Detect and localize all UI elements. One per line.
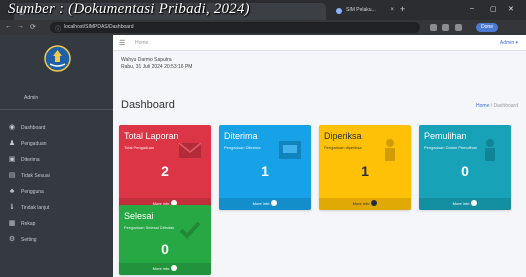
- sidebar-item-label: Rekap: [21, 221, 36, 227]
- close-tab-icon[interactable]: ×: [390, 7, 394, 13]
- sidebar-item-rekap[interactable]: ▦ Rekap: [0, 217, 113, 232]
- url-text: localhost/SIMPDAS/Dashboard: [64, 24, 134, 30]
- welcome-datetime: Rabu, 31 Juli 2024 20:53:16 PM: [121, 64, 193, 70]
- gear-icon: ⚙: [8, 236, 16, 243]
- sidebar-item-dashboard[interactable]: ◉ Dashboard: [0, 121, 113, 136]
- sidebar-item-label: Diterima: [21, 157, 40, 163]
- stat-card-total-laporan: Total Laporan Total Pengaduan 2 More inf…: [119, 125, 211, 210]
- info-icon: ℹ: [10, 204, 14, 211]
- maximize-icon[interactable]: ▢: [490, 5, 497, 13]
- check-icon: [179, 221, 201, 239]
- person-icon: [485, 139, 495, 161]
- nav-home-link[interactable]: Home: [135, 40, 148, 46]
- sidebar-item-pengguna[interactable]: ♣ Pengguna: [0, 185, 113, 200]
- url-input[interactable]: ⓘ localhost/SIMPDAS/Dashboard: [50, 22, 420, 33]
- welcome-name: Wahyu Darmo Saputra: [121, 57, 172, 63]
- more-info-label: More info: [152, 266, 170, 271]
- minimize-icon[interactable]: –: [470, 5, 474, 12]
- card-subtitle: Pengaduan diperiksa: [324, 145, 362, 150]
- users-icon: ♣: [9, 188, 15, 195]
- sidebar: Admin ◉ Dashboard ♟ Pengaduan ▣ Diterima…: [0, 35, 113, 277]
- card-count: 0: [461, 163, 469, 179]
- institution-logo: [44, 45, 71, 72]
- book-icon: ▦: [8, 220, 16, 227]
- more-info-label: More info: [452, 201, 470, 206]
- list-icon: ▤: [8, 172, 16, 179]
- breadcrumb-home[interactable]: Home: [476, 103, 489, 109]
- browser-tab-second[interactable]: SIM Pelaku... ×: [330, 5, 396, 18]
- address-bar: ← → ⟳ ⓘ localhost/SIMPDAS/Dashboard Done: [0, 20, 526, 35]
- inbox-icon: ▣: [8, 156, 16, 163]
- forward-icon[interactable]: →: [17, 23, 24, 30]
- favicon-icon: [336, 8, 342, 14]
- envelope-icon: [178, 142, 202, 158]
- stat-card-selesai: Selesai Pengaduan Selesai Ditindak 0 Mor…: [119, 205, 211, 275]
- arrow-circle-right-icon: [171, 265, 178, 271]
- close-window-icon[interactable]: ✕: [508, 5, 514, 13]
- breadcrumb-current: Dashboard: [493, 103, 518, 109]
- menu-toggle-icon[interactable]: ☰: [119, 39, 125, 47]
- bookmark-icon[interactable]: [442, 24, 449, 31]
- sidebar-item-pengaduan[interactable]: ♟ Pengaduan: [0, 137, 113, 152]
- sidebar-brand: Admin: [24, 95, 39, 101]
- user-icon: ♟: [8, 140, 16, 147]
- card-count: 2: [161, 163, 169, 179]
- sidebar-item-label: Pengguna: [21, 189, 44, 195]
- card-count: 1: [361, 163, 369, 179]
- card-title: Total Laporan: [124, 131, 179, 141]
- card-title: Diterima: [224, 131, 258, 141]
- sidebar-item-setting[interactable]: ⚙ Setting: [0, 233, 113, 248]
- page-title: Dashboard: [121, 99, 175, 111]
- welcome-info: Wahyu Darmo Saputra Rabu, 31 Juli 2024 2…: [121, 57, 192, 71]
- sidebar-item-tindak-lanjut[interactable]: ℹ Tindak lanjut: [0, 201, 113, 216]
- tab-title: SIM Pelaku...: [346, 7, 376, 13]
- download-icon[interactable]: [455, 24, 462, 31]
- more-info-link[interactable]: More info: [319, 198, 411, 210]
- back-icon[interactable]: ←: [5, 23, 12, 30]
- arrow-circle-right-icon: [471, 200, 478, 206]
- card-title: Selesai: [124, 211, 154, 221]
- profile-button[interactable]: Done: [476, 23, 498, 32]
- more-info-link[interactable]: More info: [419, 198, 511, 210]
- info-icon[interactable]: ⓘ: [55, 24, 61, 33]
- breadcrumb: Home / Dashboard: [476, 103, 518, 109]
- card-count: 1: [261, 163, 269, 179]
- card-title: Pemulihan: [424, 131, 467, 141]
- reload-icon[interactable]: ⟳: [30, 23, 36, 31]
- top-navbar: ☰ Home Admin ▾: [113, 35, 526, 51]
- sidebar-item-label: Dashboard: [21, 125, 46, 131]
- card-subtitle: Pengaduan Dalam Pemulihan: [424, 145, 478, 150]
- stat-card-pemulihan: Pemulihan Pengaduan Dalam Pemulihan 0 Mo…: [419, 125, 511, 210]
- arrow-circle-right-icon: [271, 200, 278, 206]
- sidebar-divider: [0, 109, 113, 110]
- extension-icon[interactable]: [430, 24, 437, 31]
- more-info-link[interactable]: More info: [119, 263, 211, 275]
- person-icon: [385, 139, 395, 161]
- sidebar-item-label: Tidak Sesuai: [21, 173, 50, 179]
- watermark-text: Sumber : (Dokumentasi Pribadi, 2024): [8, 1, 250, 17]
- sidebar-item-label: Pengaduan: [21, 141, 47, 147]
- stat-card-diperiksa: Diperiksa Pengaduan diperiksa 1 More inf…: [319, 125, 411, 210]
- sidebar-item-diterima[interactable]: ▣ Diterima: [0, 153, 113, 168]
- card-count: 0: [161, 241, 169, 257]
- more-info-label: More info: [352, 201, 370, 206]
- more-info-label: More info: [252, 201, 270, 206]
- sidebar-item-label: Setting: [21, 237, 37, 243]
- card-title: Diperiksa: [324, 131, 362, 141]
- card-subtitle: Pengaduan Selesai Ditindak: [124, 225, 175, 230]
- card-subtitle: Total Pengaduan: [124, 145, 155, 150]
- stat-card-diterima: Diterima Pengaduan Diterima 1 More info: [219, 125, 311, 210]
- user-menu[interactable]: Admin ▾: [500, 40, 518, 46]
- browser-tab-bar: SIM Pelaku... × + – ▢ ✕ Sumber : (Dokume…: [0, 0, 526, 20]
- dashboard-icon: ◉: [8, 124, 16, 131]
- card-subtitle: Pengaduan Diterima: [224, 145, 261, 150]
- new-tab-icon[interactable]: +: [400, 4, 405, 14]
- watermark-caption: Sumber : (Dokumentasi Pribadi, 2024): [8, 1, 250, 18]
- sidebar-item-label: Tindak lanjut: [21, 205, 50, 211]
- sidebar-item-tidak-sesuai[interactable]: ▤ Tidak Sesuai: [0, 169, 113, 184]
- arrow-circle-right-icon: [371, 200, 378, 206]
- inbox-icon: [279, 141, 301, 159]
- more-info-link[interactable]: More info: [219, 198, 311, 210]
- main-content: ☰ Home Admin ▾ Wahyu Darmo Saputra Rabu,…: [113, 35, 526, 277]
